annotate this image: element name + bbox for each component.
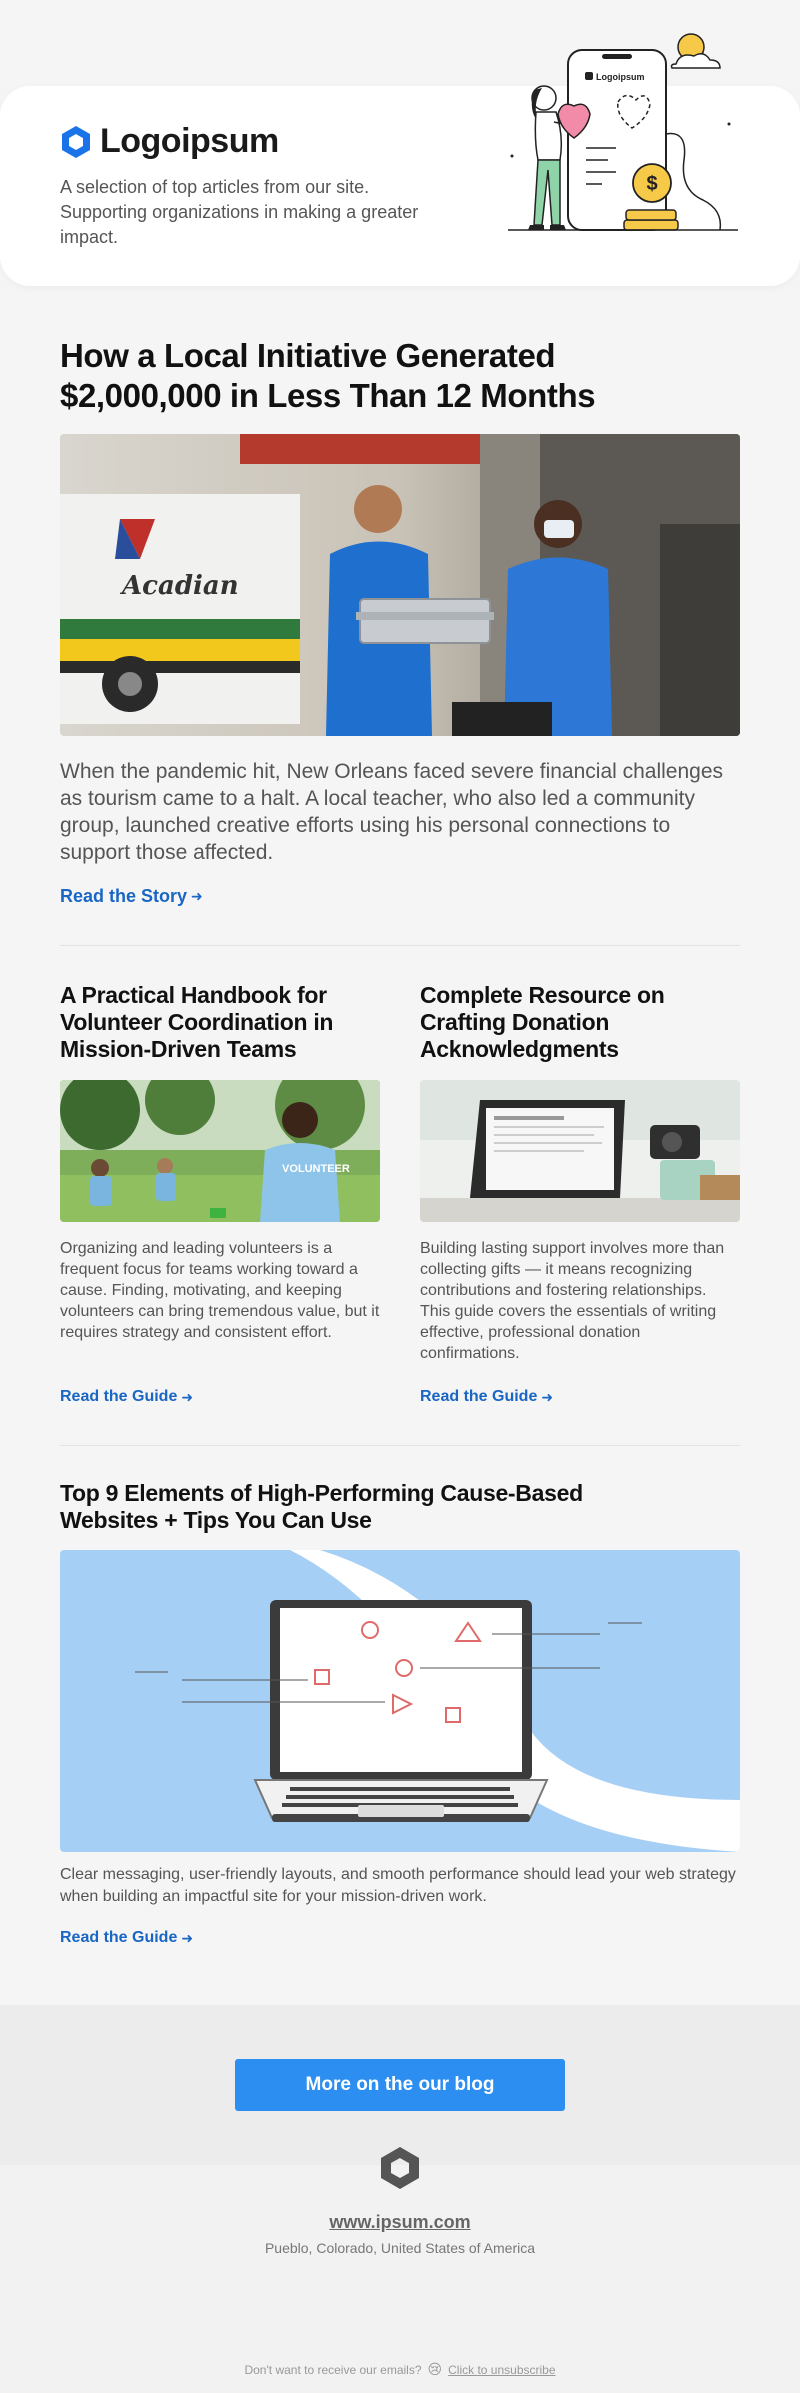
volunteer-read-guide-label: Read the Guide (60, 1388, 178, 1405)
company-address: Pueblo, Colorado, United States of Ameri… (264, 2240, 536, 2256)
ambulance-lettering: Acadian (119, 571, 239, 601)
section-divider (60, 945, 740, 946)
header-tagline: A selection of top articles from our sit… (60, 177, 419, 247)
svg-text:Logoipsum: Logoipsum (596, 72, 645, 82)
unsubscribe-line: Don't want to receive our emails? 😢 Clic… (0, 2361, 800, 2378)
website-article-description: Clear messaging, user-friendly layouts, … (60, 1866, 736, 1905)
more-on-blog-button[interactable]: More on the our blog (235, 2059, 565, 2111)
newsletter-page: Logoipsum A selection of top articles fr… (0, 0, 800, 2393)
website-article-title[interactable]: Top 9 Elements of High-Performing Cause-… (60, 1480, 620, 1534)
arrow-right-icon: ➜ (541, 1388, 554, 1405)
website-read-guide-label: Read the Guide (60, 1929, 178, 1946)
donation-read-guide-link[interactable]: Read the Guide ➜ (420, 1388, 553, 1406)
read-the-story-label: Read the Story (60, 886, 188, 906)
donation-read-guide-label: Read the Guide (420, 1388, 538, 1405)
logoipsum-mark-icon (62, 125, 90, 158)
arrow-right-icon: ➜ (191, 888, 203, 904)
crying-face-icon: 😢 (427, 2361, 443, 2377)
donation-article-title[interactable]: Complete Resource on Crafting Donation A… (420, 982, 740, 1063)
section-divider (60, 1445, 740, 1446)
featured-article-description: When the pandemic hit, New Orleans faced… (60, 760, 724, 864)
unsubscribe-prompt: Don't want to receive our emails? (244, 2362, 422, 2377)
site-url-link[interactable]: www.ipsum.com (0, 2212, 800, 2233)
logoipsum-mark-icon[interactable] (378, 2145, 422, 2191)
arrow-right-icon: ➜ (181, 1929, 194, 1946)
volunteer-article-description: Organizing and leading volunteers is a f… (60, 1240, 380, 1341)
shirt-lettering: VOLUNTEER (282, 1163, 350, 1175)
unsubscribe-link[interactable]: Click to unsubscribe (448, 2363, 555, 2377)
featured-article-image[interactable]: Acadian (60, 434, 740, 736)
volunteer-read-guide-link[interactable]: Read the Guide ➜ (60, 1388, 193, 1406)
brand-name: Logoipsum (100, 122, 279, 160)
volunteer-article-image[interactable]: VOLUNTEER (60, 1080, 380, 1222)
featured-article-title[interactable]: How a Local Initiative Generated $2,000,… (60, 336, 680, 416)
brand-logo[interactable]: Logoipsum (60, 122, 279, 161)
website-article-image[interactable] (60, 1550, 740, 1852)
read-the-story-link[interactable]: Read the Story ➜ (60, 886, 203, 907)
donation-illustration: Logoipsum $ (508, 33, 738, 231)
donation-article-image[interactable] (420, 1080, 740, 1222)
donation-article-description: Building lasting support involves more t… (420, 1240, 725, 1362)
website-read-guide-link[interactable]: Read the Guide ➜ (60, 1929, 193, 1947)
arrow-right-icon: ➜ (181, 1388, 194, 1405)
volunteer-article-title[interactable]: A Practical Handbook for Volunteer Coord… (60, 982, 380, 1063)
svg-text:$: $ (646, 173, 657, 195)
